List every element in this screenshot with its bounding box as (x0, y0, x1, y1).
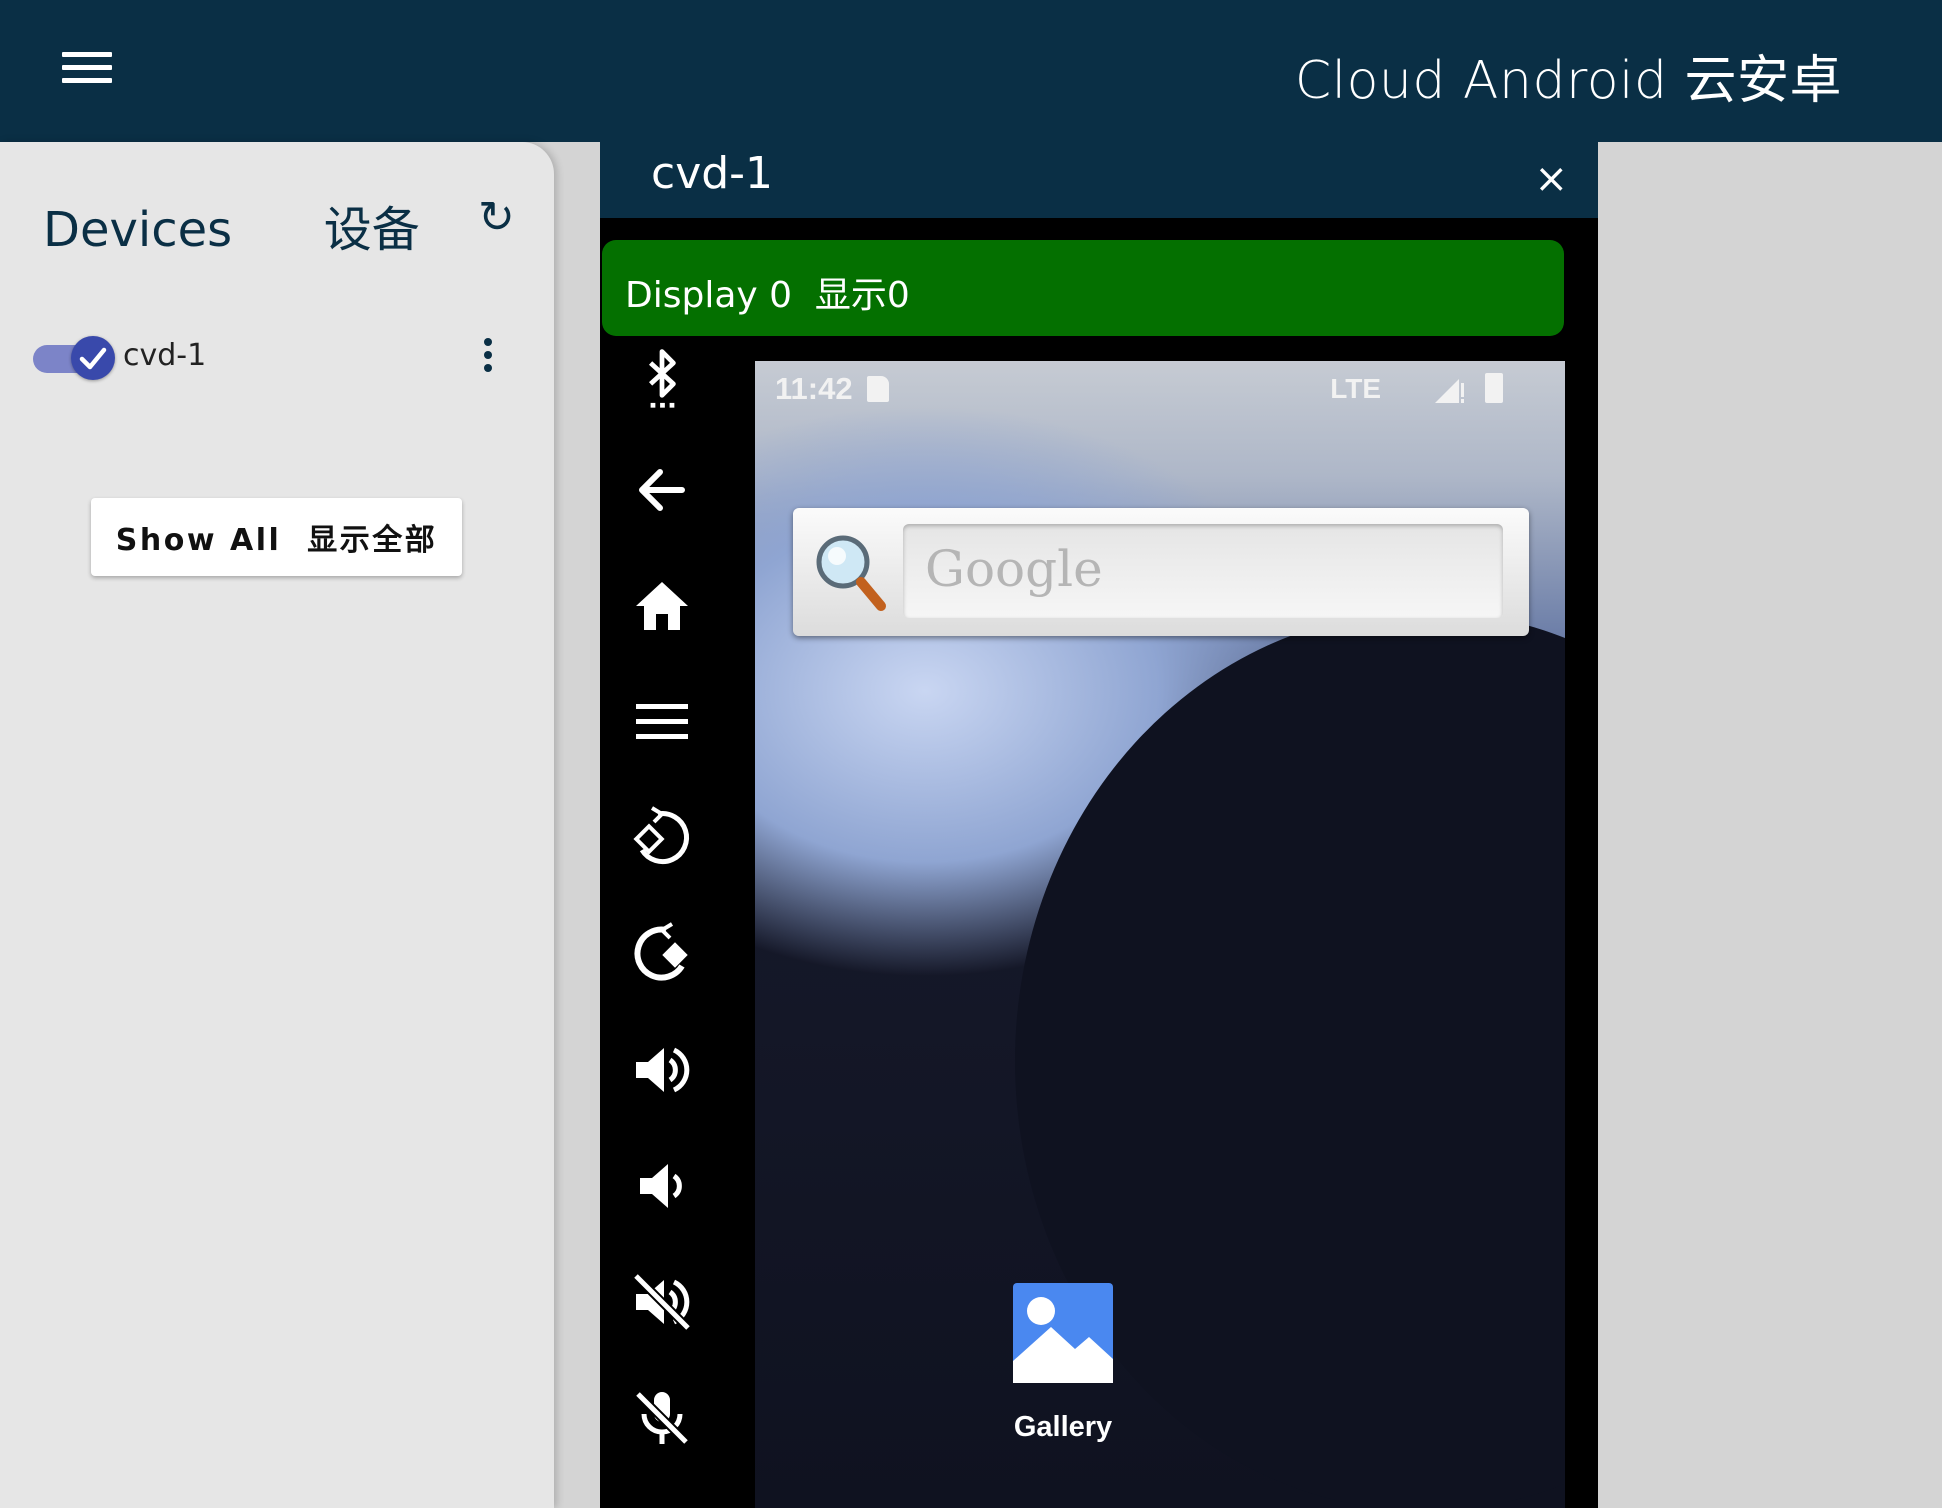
app-header: Cloud Android 云安卓 (0, 0, 1942, 142)
rotate-right-icon[interactable] (630, 922, 694, 986)
check-icon (79, 347, 107, 370)
signal-icon (1435, 379, 1464, 403)
google-search-widget[interactable]: Google (793, 508, 1529, 636)
sd-card-icon (867, 376, 889, 402)
home-icon[interactable] (630, 574, 694, 638)
android-status-bar: 11:42 LTE (755, 361, 1565, 417)
volume-mute-icon[interactable] (630, 1270, 694, 1334)
gallery-label: Gallery (1013, 1411, 1113, 1443)
back-icon[interactable] (630, 458, 694, 522)
hamburger-menu-icon[interactable] (62, 52, 112, 92)
volume-up-icon[interactable] (630, 1038, 694, 1102)
status-time: 11:42 (775, 371, 853, 406)
device-window-title: cvd-1 (651, 148, 774, 199)
device-window-header: cvd-1 × (600, 142, 1598, 218)
control-bar (600, 218, 752, 1508)
search-input[interactable]: Google (903, 524, 1503, 618)
display-label: Display 0 显示0 (602, 240, 1564, 336)
device-name: cvd-1 (123, 338, 207, 373)
gallery-icon[interactable] (1013, 1283, 1113, 1383)
network-type: LTE (1330, 373, 1381, 404)
show-all-button[interactable]: Show All 显示全部 (91, 498, 462, 576)
app-title: Cloud Android 云安卓 (1294, 51, 1842, 111)
devices-panel: Devices 设备 ↻ cvd-1 Show All 显示全部 (0, 142, 554, 1508)
rotate-left-icon[interactable] (630, 806, 694, 870)
device-toggle[interactable] (33, 332, 115, 382)
empty-workspace (1598, 142, 1942, 1508)
menu-icon[interactable] (630, 690, 694, 754)
magnifier-icon[interactable] (811, 528, 891, 616)
volume-down-icon[interactable] (630, 1154, 694, 1218)
device-list-item: cvd-1 (30, 322, 530, 392)
bluetooth-icon[interactable] (630, 344, 694, 408)
android-screen[interactable]: 11:42 LTE Google Gallery (755, 361, 1565, 1508)
close-icon[interactable]: × (1534, 156, 1568, 202)
mic-off-icon[interactable] (630, 1386, 694, 1450)
refresh-icon[interactable]: ↻ (478, 192, 515, 243)
battery-icon (1485, 373, 1503, 403)
devices-title: Devices 设备 (43, 202, 420, 258)
more-options-icon[interactable] (478, 338, 498, 382)
